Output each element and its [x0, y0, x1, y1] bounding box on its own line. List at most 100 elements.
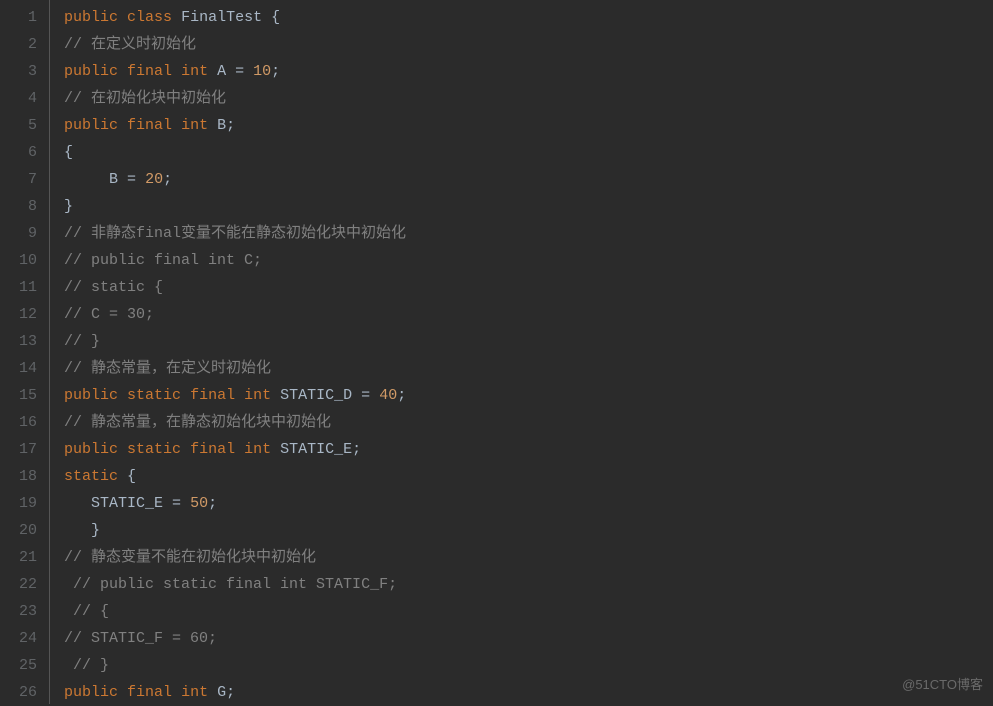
token-kw: int [181, 117, 208, 134]
line-number: 11 [0, 274, 37, 301]
token-ident: B [217, 117, 226, 134]
token-punct: = [172, 495, 181, 512]
line-number: 14 [0, 355, 37, 382]
token-kw: static [64, 468, 118, 485]
token-punct: ; [397, 387, 406, 404]
token-num: 40 [379, 387, 397, 404]
code-line[interactable]: // public static final int STATIC_F; [64, 571, 406, 598]
token-punct: { [64, 144, 73, 161]
token-punct: ; [352, 441, 361, 458]
token-kw: public [64, 9, 118, 26]
code-line[interactable]: public final int A = 10; [64, 58, 406, 85]
code-area[interactable]: public class FinalTest { // 在定义时初始化 public… [50, 0, 406, 704]
token-kw: static [127, 387, 181, 404]
token-punct: ; [226, 684, 235, 701]
line-number: 22 [0, 571, 37, 598]
line-number: 20 [0, 517, 37, 544]
code-line[interactable]: public final int G; [64, 679, 406, 706]
token-kw: final [127, 684, 172, 701]
code-line[interactable]: // 静态常量，在静态初始化块中初始化 [64, 409, 406, 436]
token-kw: int [181, 684, 208, 701]
token-punct: ; [163, 171, 172, 188]
token-cmt: // static { [64, 279, 163, 296]
token-ident: G [217, 684, 226, 701]
token-kw: public [64, 63, 118, 80]
token-cmt: // 在初始化块中初始化 [64, 90, 226, 107]
line-number: 13 [0, 328, 37, 355]
token-kw: final [127, 63, 172, 80]
code-line[interactable]: { [64, 139, 406, 166]
code-line[interactable]: // C = 30; [64, 301, 406, 328]
line-number: 7 [0, 166, 37, 193]
line-number: 8 [0, 193, 37, 220]
token-cmt: // } [64, 333, 100, 350]
line-number: 19 [0, 490, 37, 517]
code-editor: 1234567891011121314151617181920212223242… [0, 0, 993, 704]
token-kw: int [244, 387, 271, 404]
code-line[interactable]: // 非静态final变量不能在静态初始化块中初始化 [64, 220, 406, 247]
line-number: 24 [0, 625, 37, 652]
line-number: 25 [0, 652, 37, 679]
line-number: 23 [0, 598, 37, 625]
token-cmt: // C = 30; [64, 306, 154, 323]
line-number: 16 [0, 409, 37, 436]
code-line[interactable]: // } [64, 652, 406, 679]
code-line[interactable]: // 在定义时初始化 [64, 31, 406, 58]
token-cmt: // 静态常量，在静态初始化块中初始化 [64, 414, 331, 431]
token-kw: int [181, 63, 208, 80]
token-cmt: // 在定义时初始化 [64, 36, 196, 53]
token-punct: { [127, 468, 136, 485]
watermark-text: @51CTO博客 [902, 671, 983, 698]
token-cmt: // { [73, 603, 109, 620]
code-line[interactable]: B = 20; [64, 166, 406, 193]
token-num: 20 [145, 171, 163, 188]
code-line[interactable]: // public final int C; [64, 247, 406, 274]
token-cls: FinalTest [181, 9, 262, 26]
code-line[interactable]: // { [64, 598, 406, 625]
code-line[interactable]: // } [64, 328, 406, 355]
token-punct: = [235, 63, 244, 80]
token-cmt: // public final int C; [64, 252, 262, 269]
code-line[interactable]: public static final int STATIC_E; [64, 436, 406, 463]
code-line[interactable]: STATIC_E = 50; [64, 490, 406, 517]
token-cmt: // } [73, 657, 109, 674]
token-kw: static [127, 441, 181, 458]
token-punct: ; [226, 117, 235, 134]
token-cmt: // 非静态final变量不能在静态初始化块中初始化 [64, 225, 406, 242]
line-number: 10 [0, 247, 37, 274]
token-cmt: // public static final int STATIC_F; [73, 576, 397, 593]
code-line[interactable]: // 在初始化块中初始化 [64, 85, 406, 112]
code-line[interactable]: // 静态变量不能在初始化块中初始化 [64, 544, 406, 571]
token-ident: B [109, 171, 118, 188]
code-line[interactable]: static { [64, 463, 406, 490]
token-punct: ; [271, 63, 280, 80]
line-number: 18 [0, 463, 37, 490]
token-ident: STATIC_E [280, 441, 352, 458]
code-line[interactable]: } [64, 193, 406, 220]
token-kw: int [244, 441, 271, 458]
token-kw: class [127, 9, 172, 26]
code-line[interactable]: public class FinalTest { [64, 4, 406, 31]
line-number: 4 [0, 85, 37, 112]
token-punct: ; [208, 495, 217, 512]
token-kw: final [127, 117, 172, 134]
token-num: 10 [253, 63, 271, 80]
token-punct: { [271, 9, 280, 26]
token-cmt: // 静态常量，在定义时初始化 [64, 360, 271, 377]
line-number: 3 [0, 58, 37, 85]
line-number: 12 [0, 301, 37, 328]
line-number: 2 [0, 31, 37, 58]
line-number: 26 [0, 679, 37, 706]
token-punct: } [91, 522, 100, 539]
code-line[interactable]: } [64, 517, 406, 544]
token-ident: STATIC_D [280, 387, 352, 404]
code-line[interactable]: // STATIC_F = 60; [64, 625, 406, 652]
line-number: 9 [0, 220, 37, 247]
code-line[interactable]: // static { [64, 274, 406, 301]
token-kw: final [190, 387, 235, 404]
line-number: 15 [0, 382, 37, 409]
code-line[interactable]: public static final int STATIC_D = 40; [64, 382, 406, 409]
code-line[interactable]: public final int B; [64, 112, 406, 139]
code-line[interactable]: // 静态常量，在定义时初始化 [64, 355, 406, 382]
token-kw: public [64, 441, 118, 458]
